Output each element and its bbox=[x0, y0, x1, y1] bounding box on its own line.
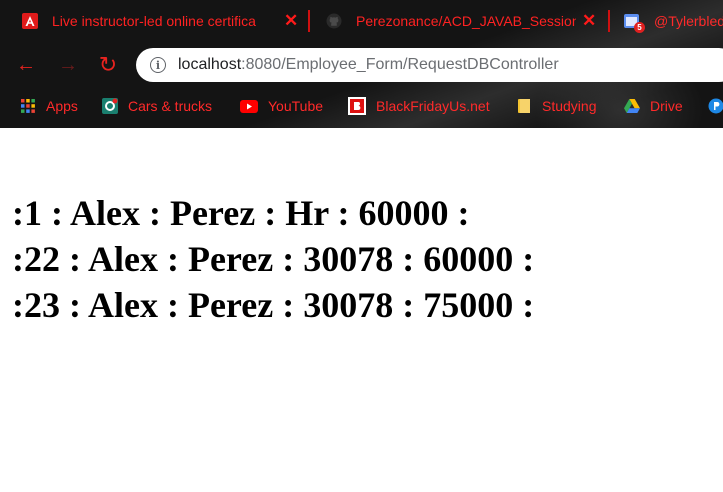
close-tab-icon[interactable]: ✕ bbox=[284, 11, 298, 31]
folder-icon bbox=[516, 98, 532, 114]
bookmark-partial-icon bbox=[708, 98, 723, 114]
blackfriday-icon bbox=[348, 97, 366, 115]
bookmark-folder-studying[interactable]: Studying bbox=[516, 94, 596, 118]
bookmark-label: Studying bbox=[542, 98, 597, 114]
bookmark-cars-trucks[interactable]: Cars & trucks bbox=[102, 94, 212, 118]
tab-strip: Live instructor-led online certifica ✕ P… bbox=[0, 0, 723, 42]
bookmarks-bar: Apps Cars & trucks YouTube BlackFridayUs… bbox=[0, 90, 723, 122]
tab-live-instructor[interactable]: Live instructor-led online certifica ✕ bbox=[22, 6, 302, 36]
tab-title: Live instructor-led online certifica bbox=[52, 13, 256, 29]
bookmark-label: Drive bbox=[650, 98, 683, 114]
employee-record-line: :23 : Alex : Perez : 30078 : 75000 : bbox=[12, 285, 535, 325]
page-content: :1 : Alex : Perez : Hr : 60000 : :22 : A… bbox=[12, 190, 534, 328]
youtube-icon bbox=[240, 98, 258, 114]
bookmark-partial[interactable] bbox=[708, 94, 723, 118]
back-arrow-icon[interactable]: ← bbox=[12, 51, 40, 79]
tab-title: Perezonance/ACD_JAVAB_Session bbox=[356, 13, 576, 29]
calendar-icon: 5 bbox=[624, 13, 645, 33]
cars-icon bbox=[102, 98, 118, 114]
close-tab-icon[interactable]: ✕ bbox=[582, 11, 596, 31]
bookmark-label: BlackFridayUs.net bbox=[376, 98, 490, 114]
tab-github-repo[interactable]: Perezonance/ACD_JAVAB_Session ✕ bbox=[326, 6, 602, 36]
tab-separator bbox=[608, 10, 610, 32]
notification-badge: 5 bbox=[634, 22, 645, 33]
forward-arrow-icon[interactable]: → bbox=[54, 51, 82, 79]
reload-icon[interactable]: ↻ bbox=[94, 51, 122, 79]
bookmark-label: YouTube bbox=[268, 98, 324, 114]
github-icon bbox=[326, 13, 342, 29]
url-text[interactable]: localhost:8080/Employee_Form/RequestDBCo… bbox=[178, 56, 559, 74]
bookmark-youtube[interactable]: YouTube bbox=[240, 94, 323, 118]
address-bar[interactable]: i localhost:8080/Employee_Form/RequestDB… bbox=[136, 48, 723, 82]
apps-grid-icon bbox=[20, 98, 36, 114]
tab-title: @Tylerbled bbox=[654, 13, 723, 29]
bookmark-label: Apps bbox=[46, 98, 78, 114]
url-host: localhost bbox=[178, 56, 242, 73]
adobe-icon bbox=[22, 13, 38, 29]
bookmark-label: Cars & trucks bbox=[128, 98, 213, 114]
tab-tylerbled[interactable]: 5 @Tylerbled bbox=[624, 6, 723, 36]
employee-record-line: :22 : Alex : Perez : 30078 : 60000 : bbox=[12, 239, 535, 279]
employee-record-line: :1 : Alex : Perez : Hr : 60000 : bbox=[12, 193, 470, 233]
navigation-toolbar: ← → ↻ i localhost:8080/Employee_Form/Req… bbox=[0, 42, 723, 88]
url-path: :8080/Employee_Form/RequestDBController bbox=[241, 56, 559, 73]
google-drive-icon bbox=[624, 98, 640, 114]
browser-chrome: Live instructor-led online certifica ✕ P… bbox=[0, 0, 723, 128]
bookmark-drive[interactable]: Drive bbox=[624, 94, 683, 118]
bookmark-blackfridayus[interactable]: BlackFridayUs.net bbox=[348, 94, 490, 118]
tab-separator bbox=[308, 10, 310, 32]
bookmark-apps[interactable]: Apps bbox=[20, 94, 78, 118]
site-info-icon[interactable]: i bbox=[150, 57, 166, 73]
